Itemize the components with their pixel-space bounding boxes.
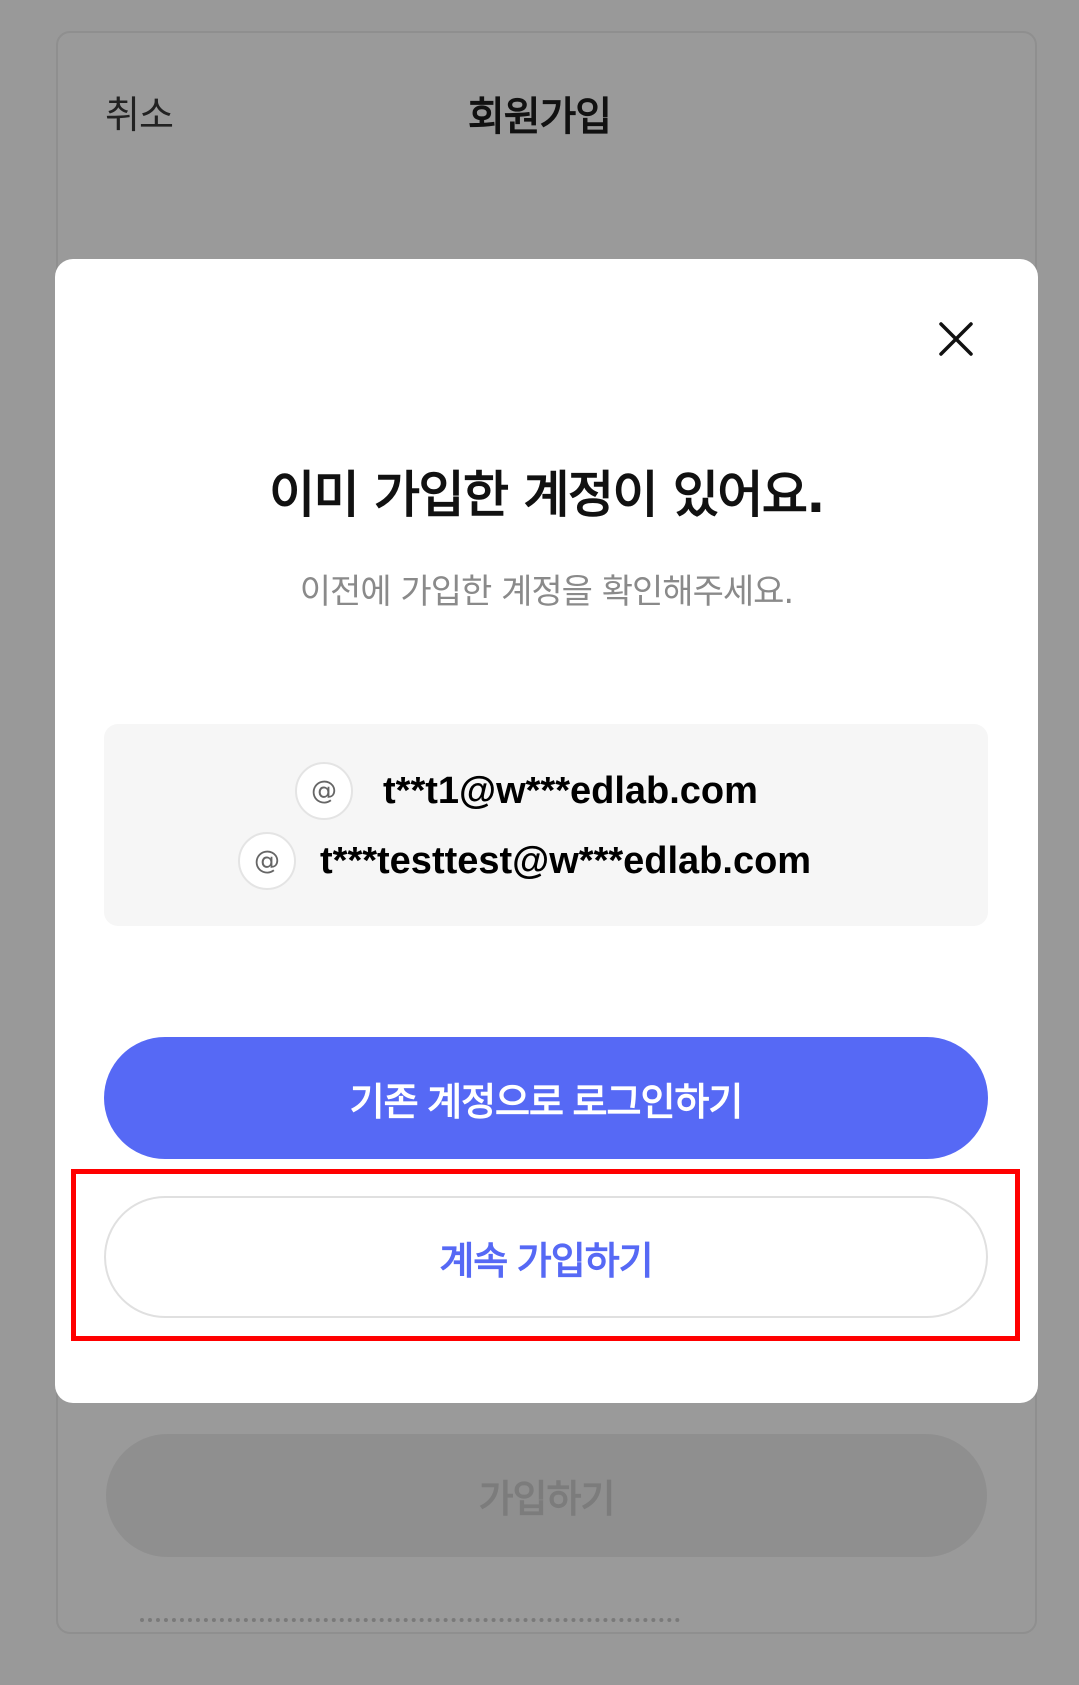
login-existing-account-button[interactable]: 기존 계정으로 로그인하기: [104, 1037, 988, 1159]
modal-title: 이미 가입한 계정이 있어요.: [269, 466, 825, 524]
at-sign-icon: @: [295, 762, 353, 820]
account-email: t**t1@w***edlab.com: [383, 769, 758, 812]
account-item: @ t**t1@w***edlab.com: [295, 762, 758, 820]
page: 취소 회원가입 가입하기 이미 가입한 계정이 있어요. 이전에 가입한 계정을…: [0, 0, 1079, 1685]
account-email: t***testtest@w***edlab.com: [320, 839, 812, 882]
close-icon[interactable]: [930, 313, 982, 365]
terms-text-obscured: [140, 1618, 680, 1626]
signup-submit-button[interactable]: 가입하기: [106, 1434, 987, 1557]
account-list: [104, 724, 988, 926]
modal-subtitle: 이전에 가입한 계정을 확인해주세요.: [299, 572, 794, 612]
account-item: @ t***testtest@w***edlab.com: [238, 832, 811, 890]
close-icon-graphic: [939, 322, 973, 356]
page-title: 회원가입: [467, 94, 612, 140]
at-sign-icon: @: [238, 832, 296, 890]
continue-signup-button[interactable]: 계속 가입하기: [104, 1196, 988, 1318]
